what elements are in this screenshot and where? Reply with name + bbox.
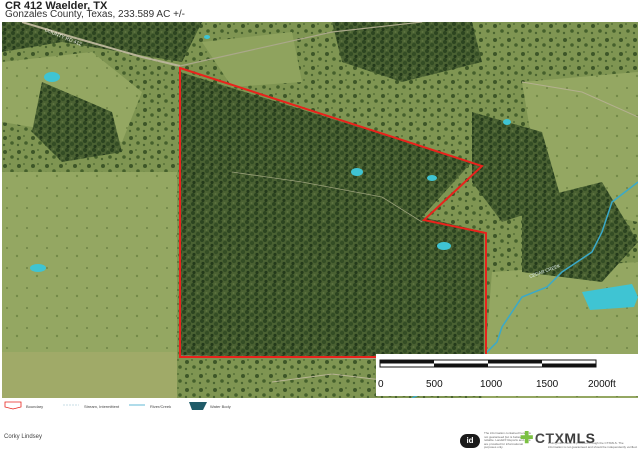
scale-bar-graphic <box>379 359 597 368</box>
scale-label-1500: 1500 <box>536 379 559 390</box>
legend-label: River/Creek <box>150 404 172 409</box>
pond-interior-south <box>437 242 451 250</box>
page-subtitle: Gonzales County, Texas, 233.589 AC +/- <box>5 9 186 20</box>
aerial-map[interactable]: COUNTY RD 412 CEDAR CREEK <box>2 22 638 398</box>
legend-label: Stream, Intermittent <box>84 404 120 409</box>
pond-southwest <box>30 264 46 272</box>
water-body-swatch-icon <box>189 402 207 410</box>
map-header: CR 412 Waelder, TX Gonzales County, Texa… <box>0 0 640 22</box>
scale-seg-4 <box>542 363 596 367</box>
scale-seg-1 <box>380 360 434 364</box>
scale-label-500: 500 <box>426 379 443 390</box>
map-legend: Boundary Stream, Intermittent River/Cree… <box>0 398 640 412</box>
scale-label-2000: 2000ft <box>588 379 616 390</box>
scale-bar: 0 500 1000 1500 2000ft <box>376 354 638 396</box>
aerial-map-canvas[interactable]: COUNTY RD 412 CEDAR CREEK <box>2 22 638 398</box>
stream-line-icon <box>63 404 79 406</box>
scale-seg-3 <box>488 360 542 364</box>
pond-northwest <box>44 72 60 82</box>
pond-east <box>503 119 511 125</box>
creek-line-icon <box>129 404 145 406</box>
pond-north <box>204 35 210 39</box>
legend-label: Boundary <box>26 404 44 409</box>
boundary-swatch-icon <box>4 401 22 410</box>
ctxmls-disclaimer: Listing information is provided through … <box>548 441 638 449</box>
scale-label-0: 0 <box>378 379 384 390</box>
id-logo: id <box>460 434 480 448</box>
scale-label-1000: 1000 <box>480 379 503 390</box>
plus-icon: ✚ <box>520 430 534 447</box>
legend-label: Water Body <box>210 404 231 409</box>
page-footer: Corky Lindsey id The information contain… <box>0 412 640 450</box>
pasture-south-strip <box>2 352 177 398</box>
scale-seg-2 <box>434 363 488 367</box>
pond-interior-east <box>427 175 437 181</box>
pond-interior-north <box>351 168 363 176</box>
agent-name: Corky Lindsey <box>4 434 43 440</box>
